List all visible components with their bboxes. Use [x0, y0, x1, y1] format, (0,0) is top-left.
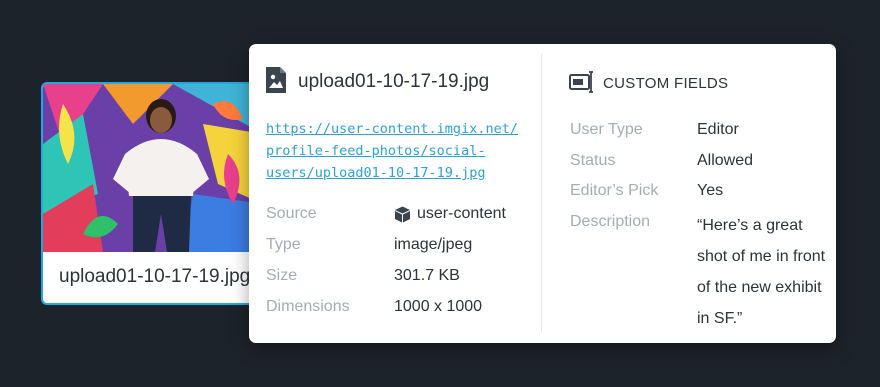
image-thumbnail-card[interactable]: upload01-10-17-19.jpg — [41, 82, 263, 305]
custom-fields-title: CUSTOM FIELDS — [603, 75, 729, 92]
thumbnail-photo — [43, 84, 261, 252]
meta-value-dimensions: 1000 x 1000 — [394, 298, 483, 315]
source-name: user-content — [417, 205, 506, 222]
asset-url-link[interactable]: https://user-content.imgix.net/ profile-… — [266, 118, 536, 184]
meta-value-source: user-content — [394, 205, 506, 223]
thumbnail-filename: upload01-10-17-19.jpg — [59, 266, 251, 287]
meta-label-dimensions: Dimensions — [266, 298, 350, 315]
url-line[interactable]: profile-feed-photos/social- — [266, 140, 536, 162]
custom-fields-icon — [569, 71, 593, 93]
field-value-description: “Here’s a great shot of me in front of t… — [697, 217, 826, 327]
meta-label-type: Type — [266, 236, 301, 253]
details-filename: upload01-10-17-19.jpg — [298, 71, 490, 92]
field-label-editors-pick: Editor’s Pick — [570, 182, 659, 199]
meta-label-source: Source — [266, 205, 317, 222]
field-label-description: Description — [570, 213, 651, 230]
meta-value-type: image/jpeg — [394, 236, 473, 253]
field-value-user-type: Editor — [697, 121, 739, 138]
panel-divider — [541, 54, 542, 333]
url-line[interactable]: https://user-content.imgix.net/ — [266, 118, 536, 140]
box-icon — [395, 206, 410, 222]
field-label-status: Status — [570, 152, 616, 169]
field-label-user-type: User Type — [570, 121, 643, 138]
meta-value-size: 301.7 KB — [394, 267, 460, 284]
field-value-status: Allowed — [697, 152, 754, 169]
image-file-icon — [266, 67, 286, 93]
meta-label-size: Size — [266, 267, 298, 284]
field-value-editors-pick: Yes — [697, 182, 724, 199]
asset-details-panel: upload01-10-17-19.jpg https://user-conte… — [249, 44, 836, 343]
url-line[interactable]: users/upload01-10-17-19.jpg — [266, 162, 536, 184]
